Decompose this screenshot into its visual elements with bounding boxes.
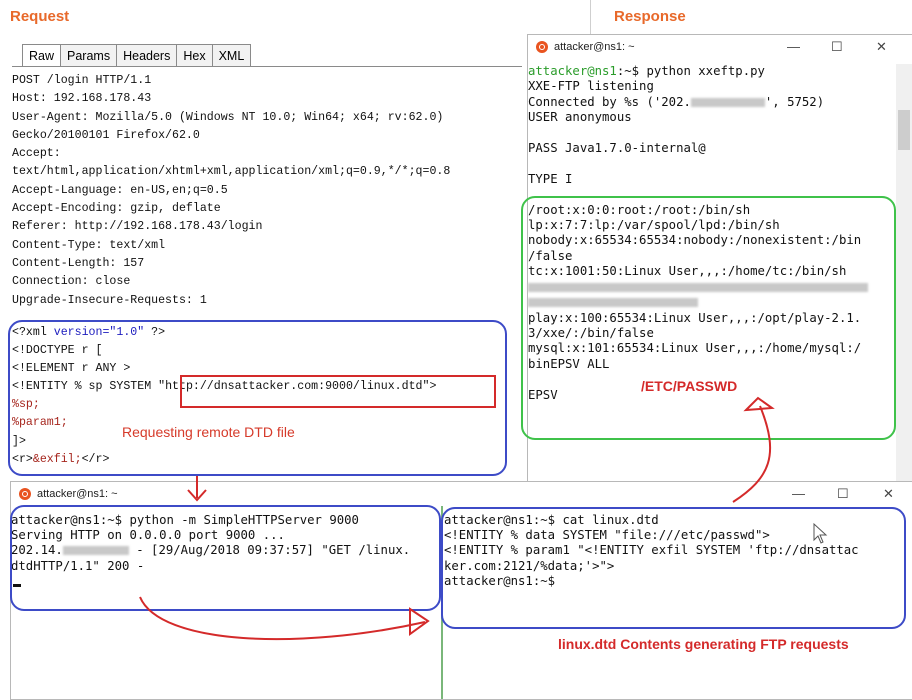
command: :~$ python xxeftp.py <box>616 64 765 78</box>
prompt: attacker@ns1 <box>528 64 617 78</box>
scrollbar[interactable] <box>896 64 912 481</box>
output-line: TYPE I <box>528 171 573 186</box>
tab-raw[interactable]: Raw <box>22 44 62 67</box>
close-button[interactable]: ✕ <box>876 39 887 55</box>
header-line: Host: 192.168.178.43 <box>12 92 152 106</box>
maximize-button[interactable]: ☐ <box>837 486 849 502</box>
request-title: Request <box>10 8 70 25</box>
terminal-titlebar[interactable]: attacker@ns1: ~ — ☐ ✕ <box>11 482 912 506</box>
output-segment: Connected by %s ('202. <box>528 94 691 109</box>
terminal-title: attacker@ns1: ~ <box>37 488 118 500</box>
close-button[interactable]: ✕ <box>883 486 894 502</box>
dtd-url-highlight-box <box>180 375 496 408</box>
header-line: Connection: close <box>12 275 131 289</box>
terminal-title: attacker@ns1: ~ <box>554 41 635 53</box>
maximize-button[interactable]: ☐ <box>831 39 843 55</box>
tab-hex[interactable]: Hex <box>176 44 213 67</box>
tab-params[interactable]: Params <box>60 44 118 67</box>
terminal-titlebar[interactable]: attacker@ns1: ~ — ☐ ✕ <box>528 35 912 59</box>
header-line: Content-Type: text/xml <box>12 238 166 252</box>
annotation-dtd-contents: linux.dtd Contents generating FTP reques… <box>558 636 849 652</box>
tab-xml[interactable]: XML <box>211 44 252 67</box>
header-line: text/html,application/xhtml+xml,applicat… <box>12 165 451 179</box>
output-line: USER anonymous <box>528 110 632 125</box>
header-line: Referer: http://192.168.178.43/login <box>12 220 263 234</box>
terminal-command-line: attacker@ns1:~$ python xxeftp.py <box>528 64 868 79</box>
header-line: Accept-Encoding: gzip, deflate <box>12 202 221 216</box>
request-headers[interactable]: POST /login HTTP/1.1 Host: 192.168.178.43… <box>12 72 450 310</box>
output-line: Connected by %s ('202. ', 5752) <box>528 95 868 110</box>
header-line: POST /login HTTP/1.1 <box>12 74 152 87</box>
minimize-button[interactable]: — <box>792 486 805 501</box>
http-server-highlight-box <box>10 505 441 611</box>
annotation-etc-passwd: /ETC/PASSWD <box>641 378 738 394</box>
output-line: XXE-FTP listening <box>528 79 654 94</box>
tab-divider <box>12 66 522 67</box>
header-line: Gecko/20100101 Firefox/62.0 <box>12 128 200 142</box>
header-line: Upgrade-Insecure-Requests: 1 <box>12 293 207 307</box>
scrollbar-thumb[interactable] <box>898 110 910 150</box>
header-line: Accept: <box>12 147 61 161</box>
response-title: Response <box>614 8 686 25</box>
output-line: PASS Java1.7.0-internal@ <box>528 141 706 156</box>
ubuntu-logo-icon <box>536 41 548 53</box>
passwd-highlight-box <box>521 196 896 440</box>
ubuntu-logo-icon <box>19 488 31 500</box>
tab-headers[interactable]: Headers <box>116 44 178 67</box>
output-segment: ', 5752) <box>764 94 825 109</box>
header-line: Accept-Language: en-US,en;q=0.5 <box>12 183 228 197</box>
annotation-requesting-dtd: Requesting remote DTD file <box>122 424 295 440</box>
request-tabs: Raw Params Headers Hex XML <box>22 44 252 67</box>
minimize-button[interactable]: — <box>787 39 800 54</box>
redacted-ip <box>690 97 765 107</box>
header-line: User-Agent: Mozilla/5.0 (Windows NT 10.0… <box>12 110 444 124</box>
dtd-contents-highlight-box <box>441 507 906 629</box>
header-line: Content-Length: 157 <box>12 256 145 270</box>
